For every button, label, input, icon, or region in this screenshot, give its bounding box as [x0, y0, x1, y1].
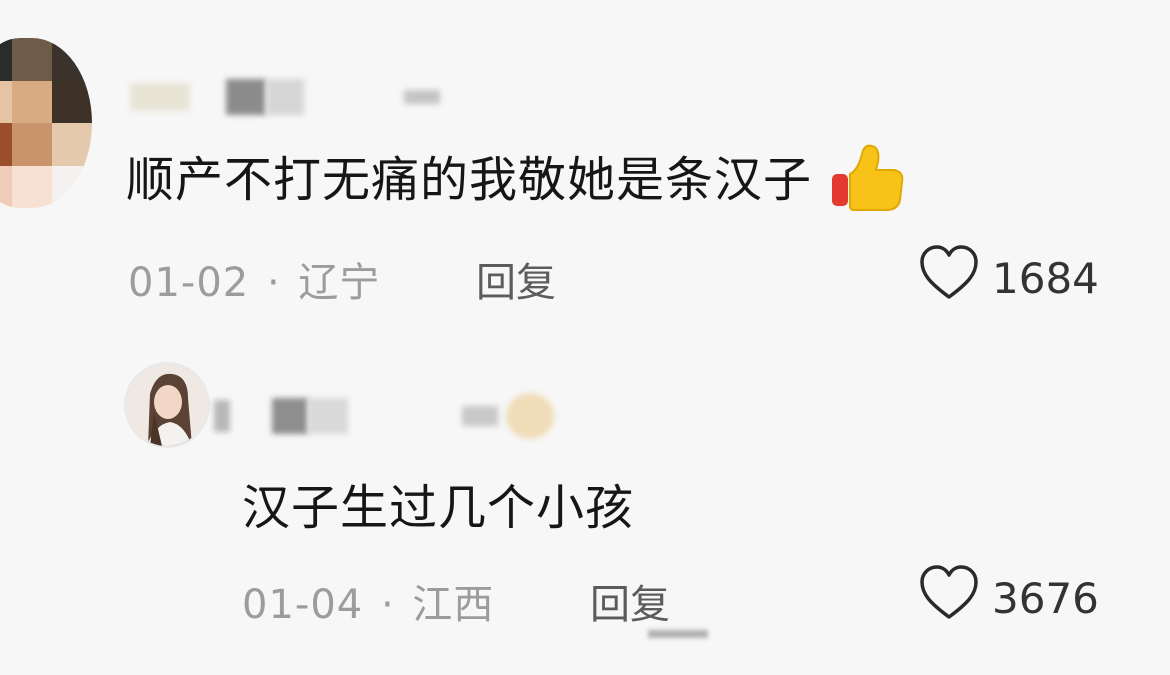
avatar[interactable]	[124, 362, 210, 448]
comment-date: 01-02	[128, 260, 250, 306]
comment-meta: 01-02 · 辽宁	[128, 250, 380, 308]
comment-body: 顺产不打无痛的我敬她是条汉子	[126, 152, 813, 208]
username-block	[130, 83, 190, 111]
username-block	[214, 400, 230, 432]
heart-outline-icon	[918, 564, 980, 632]
meta-separator: ·	[380, 582, 395, 628]
username-blurred[interactable]	[130, 72, 440, 122]
comment-text: 顺产不打无痛的我敬她是条汉子	[126, 140, 908, 226]
comment-text: 汉子生过几个小孩	[242, 480, 635, 536]
reply-button[interactable]: 回复	[476, 250, 556, 308]
like-button[interactable]: 3676	[918, 564, 1099, 632]
comment-location: 辽宁	[298, 260, 381, 306]
comment-location: 江西	[412, 582, 495, 628]
comment-item: 顺产不打无痛的我敬她是条汉子 01-02 · 辽宁 回复 1684	[0, 0, 1170, 320]
username-block	[272, 398, 308, 434]
pixelated-avatar-image	[0, 38, 92, 208]
comment-date: 01-04	[242, 582, 364, 628]
portrait-avatar-image	[126, 364, 208, 446]
username-block	[404, 90, 440, 104]
heart-outline-icon	[918, 244, 980, 312]
like-count: 3676	[992, 573, 1099, 623]
username-blurred[interactable]	[214, 386, 554, 446]
username-block	[308, 398, 348, 434]
comment-meta: 01-04 · 江西	[242, 572, 494, 630]
emoji-blurred	[506, 393, 554, 439]
username-block	[462, 406, 498, 426]
reply-comment-item: 汉子生过几个小孩 01-04 · 江西 回复 3676	[0, 340, 1170, 675]
reply-button[interactable]: 回复	[590, 572, 670, 630]
meta-separator: ·	[266, 260, 281, 306]
username-block	[266, 79, 304, 115]
thumbs-up-icon	[828, 140, 908, 226]
divider-fragment	[648, 630, 708, 638]
username-block	[226, 79, 266, 115]
avatar[interactable]	[0, 38, 92, 208]
like-count: 1684	[992, 253, 1099, 303]
like-button[interactable]: 1684	[918, 244, 1099, 312]
